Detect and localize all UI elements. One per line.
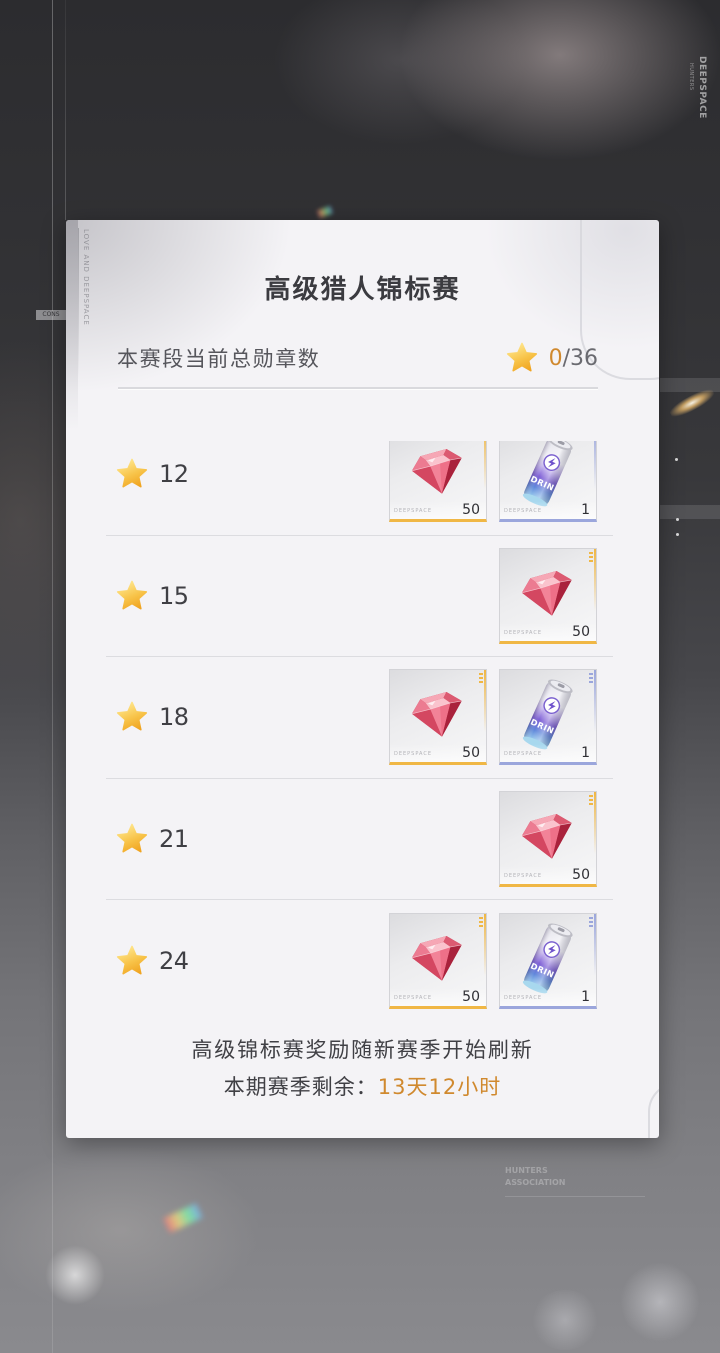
rarity-marks [589, 673, 593, 686]
rarity-marks [479, 916, 483, 929]
rarity-edge [594, 913, 596, 976]
tier-row: 24 DEEPSPACE 50 DRIN DEEPSPACE 1 [106, 900, 613, 1022]
reward-item[interactable]: DEEPSPACE 50 [499, 547, 597, 644]
reward-list: DEEPSPACE 50 DRIN DEEPSPACE 1 [389, 669, 597, 766]
tournament-reward-dialog: LOVE AND DEEPSPACE 高级猎人锦标赛 本赛段当前总勋章数 0/3… [66, 220, 659, 1138]
rarity-marks [479, 673, 483, 686]
tier-row: 15 DEEPSPACE 50 [106, 536, 613, 657]
bokeh-light [45, 1245, 105, 1305]
association-label: HUNTERS ASSOCIATION [505, 1165, 566, 1189]
medal-star-icon [116, 580, 148, 612]
reward-count: 1 [581, 502, 590, 519]
rarity-marks [589, 551, 593, 564]
medal-star-icon [116, 945, 148, 977]
rarity-edge [484, 441, 486, 490]
rarity-marks [589, 441, 593, 443]
tier-row: 21 DEEPSPACE 50 [106, 779, 613, 900]
background-dot [675, 458, 678, 461]
reward-count: 50 [572, 866, 590, 883]
reward-brand-label: DEEPSPACE [504, 629, 543, 636]
reward-list: DEEPSPACE 50 DRIN DEEPSPACE 1 [389, 441, 597, 523]
background-bar [660, 505, 720, 519]
reward-count: 50 [462, 502, 480, 519]
reward-count: 50 [462, 988, 480, 1005]
association-line: HUNTERS [505, 1166, 548, 1175]
rarity-marks [479, 441, 483, 443]
reward-item[interactable]: DRIN DEEPSPACE 1 [499, 441, 597, 523]
reward-item[interactable]: DEEPSPACE 50 [389, 441, 487, 523]
rarity-edge [594, 791, 596, 854]
rarity-edge [594, 441, 596, 490]
medal-star-icon [116, 701, 148, 733]
reward-list: DEEPSPACE 50 [499, 547, 597, 644]
reward-count: 50 [572, 623, 590, 640]
medal-total: /36 [562, 345, 598, 371]
tier-threshold: 24 [159, 946, 189, 975]
reward-item[interactable]: DEEPSPACE 50 [389, 669, 487, 766]
bokeh-light [530, 1290, 600, 1350]
rarity-edge [484, 670, 486, 733]
refresh-note: 高级锦标赛奖励随新赛季开始刷新 [191, 1038, 534, 1062]
reward-brand-label: DEEPSPACE [504, 872, 543, 879]
background-line [52, 0, 53, 1353]
prism-glint [163, 1203, 203, 1233]
reward-list: DEEPSPACE 50 DRIN DEEPSPACE 1 [389, 912, 597, 1009]
background-dot [676, 518, 679, 521]
tier-row: 18 DEEPSPACE 50 DRIN DEEPSPACE 1 [106, 657, 613, 779]
medal-summary: 本赛段当前总勋章数 0/36 [117, 342, 598, 374]
reward-brand-label: DEEPSPACE [504, 994, 543, 1001]
reward-count: 50 [462, 745, 480, 762]
dialog-title: 高级猎人锦标赛 [264, 275, 461, 305]
association-line: ASSOCIATION [505, 1178, 566, 1187]
reward-item[interactable]: DEEPSPACE 50 [389, 912, 487, 1009]
medal-star-icon [506, 342, 538, 374]
reward-item[interactable]: DRIN DEEPSPACE 1 [499, 912, 597, 1009]
background-tag: CONS [36, 310, 66, 320]
reward-brand-label: DEEPSPACE [394, 994, 433, 1001]
prism-glint [317, 205, 333, 219]
background-line [505, 1196, 645, 1197]
reward-brand-label: DEEPSPACE [394, 751, 433, 758]
season-remaining-label: 本期赛季剩余： [223, 1075, 378, 1099]
tier-list: 12 DEEPSPACE 50 DRIN DEEPSPACE 1 15 DEEP… [106, 441, 613, 1022]
tier-threshold: 15 [159, 581, 189, 610]
tier-list-scroll[interactable]: 12 DEEPSPACE 50 DRIN DEEPSPACE 1 15 DEEP… [106, 441, 613, 1022]
reward-count: 1 [581, 988, 590, 1005]
tier-row: 12 DEEPSPACE 50 DRIN DEEPSPACE 1 [106, 441, 613, 536]
divider [118, 387, 598, 389]
medal-star-icon [116, 823, 148, 855]
bokeh-light [620, 1262, 700, 1342]
reward-brand-label: DEEPSPACE [504, 751, 543, 758]
background-dot [676, 533, 679, 536]
card-edge-shade [66, 220, 78, 430]
rarity-marks [589, 794, 593, 807]
reward-item[interactable]: DEEPSPACE 50 [499, 790, 597, 887]
rarity-edge [484, 913, 486, 976]
background-brand-subtext: HUNTERS [688, 63, 694, 91]
tier-threshold: 21 [159, 824, 189, 853]
rarity-edge [594, 670, 596, 733]
rarity-edge [594, 548, 596, 611]
tier-threshold: 12 [159, 460, 189, 489]
background-brand-text: DEEPSPACE [697, 56, 707, 119]
background-line [65, 0, 66, 220]
medal-summary-label: 本赛段当前总勋章数 [117, 347, 321, 371]
tier-threshold: 18 [159, 703, 189, 732]
reward-brand-label: DEEPSPACE [394, 508, 433, 515]
season-remaining: 本期赛季剩余：13天12小时 [66, 1072, 659, 1102]
reward-count: 1 [581, 745, 590, 762]
reward-list: DEEPSPACE 50 [499, 790, 597, 887]
reward-item[interactable]: DRIN DEEPSPACE 1 [499, 669, 597, 766]
medal-current: 0 [548, 345, 563, 371]
season-remaining-value: 13天12小时 [377, 1075, 502, 1099]
medal-star-icon [116, 458, 148, 490]
reward-brand-label: DEEPSPACE [504, 508, 543, 515]
medal-count: 0/36 [549, 346, 598, 371]
rarity-marks [589, 916, 593, 929]
